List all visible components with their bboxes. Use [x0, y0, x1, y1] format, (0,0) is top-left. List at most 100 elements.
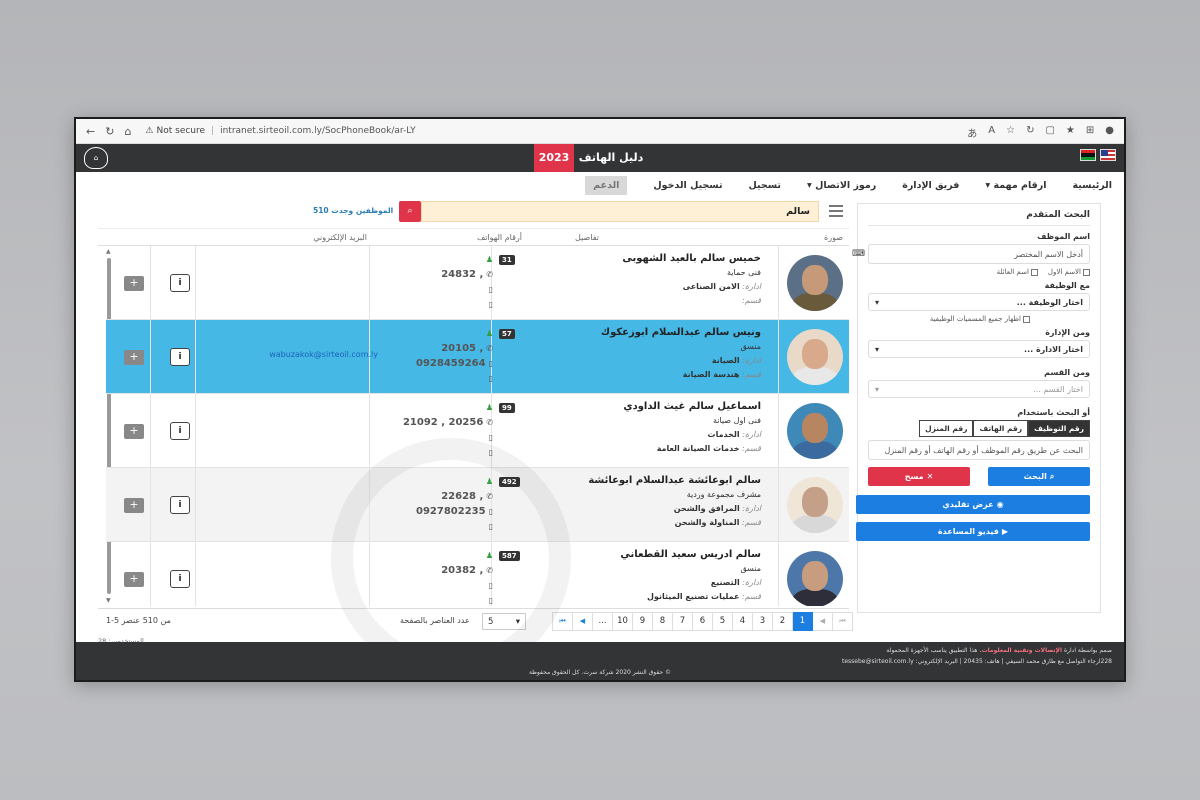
next-page-icon[interactable]: ◀ [572, 612, 593, 631]
menu-item-dial-codes[interactable]: رموز الاتصال ▾ [807, 180, 876, 191]
split-screen-icon[interactable]: ▢ [1045, 125, 1054, 140]
employee-photo[interactable] [787, 255, 843, 311]
browser-nav: ← ↻ ⌂ [86, 125, 131, 138]
dept-select[interactable]: اختار الادارة ... ▾ [868, 340, 1090, 358]
quick-search-input[interactable]: سالم [421, 201, 819, 222]
employee-photo[interactable] [787, 551, 843, 606]
table-row[interactable]: ونيس سالم عبدالسلام ابوزعكوك منسق ادارة: ا… [106, 320, 849, 394]
menu-item-login[interactable]: تسجيل الدخول [653, 180, 722, 191]
collections-icon[interactable]: ⊞ [1086, 125, 1094, 140]
last-page-icon[interactable]: ⏮ [552, 612, 573, 631]
office-phone[interactable]: 22628 , [441, 491, 483, 502]
home-icon[interactable]: ⌂ [124, 125, 131, 138]
table-row[interactable]: سالم ابوعائشة عبدالسلام ابوعائشة مشرف مجم… [106, 468, 849, 542]
info-button[interactable]: i [170, 348, 190, 366]
search-button[interactable]: ⌕ البحث [988, 467, 1090, 486]
favorite-star-icon[interactable]: ☆ [1006, 125, 1015, 140]
url-security-label[interactable]: Not secure [157, 126, 206, 136]
office-phone-line: 20105 , ✆ [381, 341, 493, 356]
expand-button[interactable]: + [124, 572, 144, 587]
prev-page-icon[interactable]: ◀ [812, 612, 833, 631]
search-by-input[interactable]: البحث عن طريق رقم الموظف أو رقم الهاتف أ… [868, 440, 1090, 460]
show-all-titles-checkbox[interactable]: اظهار جميع المسميات الوظيفية [930, 315, 1030, 323]
employee-photo[interactable] [787, 329, 843, 385]
page-button[interactable]: 3 [752, 612, 773, 631]
warning-icon[interactable]: ⚠ [145, 126, 153, 136]
first-page-icon[interactable]: ⏮ [832, 612, 853, 631]
tab-phone-number[interactable]: رقم الهاتف [973, 420, 1029, 437]
us-flag-icon[interactable] [1100, 149, 1116, 161]
employee-name[interactable]: ونيس سالم عبدالسلام ابوزعكوك [511, 326, 761, 340]
info-button[interactable]: i [170, 570, 190, 588]
menu-item-home[interactable]: الرئيسية [1073, 180, 1112, 191]
expand-button[interactable]: + [124, 276, 144, 291]
table-row[interactable]: سالم ادريس سعيد القطعاني منسق ادارة: التصن… [106, 542, 849, 606]
classic-view-button[interactable]: ◉ عرض تقليدي [856, 495, 1090, 514]
employee-name[interactable]: خميس سالم بالعيد الشهوبى [511, 252, 761, 266]
menu-toggle-icon[interactable] [829, 205, 843, 217]
address-bar[interactable]: intranet.sirteoil.com.ly/SocPhoneBook/ar… [220, 126, 416, 136]
mobile-phone[interactable]: 0928459264 [416, 358, 486, 369]
info-button[interactable]: i [170, 422, 190, 440]
page-button[interactable]: 7 [672, 612, 693, 631]
page-button[interactable]: 8 [652, 612, 673, 631]
page-button[interactable]: 6 [692, 612, 713, 631]
table-row[interactable]: خميس سالم بالعيد الشهوبى فنى حماية ادارة: … [106, 246, 849, 320]
info-button[interactable]: i [170, 496, 190, 514]
translate-icon[interactable]: あ [967, 125, 977, 140]
table-row[interactable]: اسماعيل سالم غيث الداودي فنى اول صيانة ادا… [106, 394, 849, 468]
menu-item-support[interactable]: الدعم [585, 175, 628, 195]
libya-flag-icon[interactable] [1080, 149, 1096, 161]
office-phone[interactable]: 20105 , [441, 343, 483, 354]
menu-item-register[interactable]: تسجيل [749, 180, 781, 191]
employee-name-input[interactable]: أدخل الاسم المختصر ⌨ [852, 244, 1090, 264]
refresh-icon[interactable]: ↻ [1026, 125, 1034, 140]
employee-name[interactable]: سالم ابوعائشة عبدالسلام ابوعائشة [511, 474, 761, 488]
page-button[interactable]: ... [592, 612, 613, 631]
page-button[interactable]: 1 [792, 612, 813, 631]
section-prefix: قسم: [742, 592, 761, 601]
mobile-phone[interactable]: 0927802235 [416, 506, 486, 517]
office-phone[interactable]: 24832 , [441, 269, 483, 280]
expand-button[interactable]: + [124, 424, 144, 439]
info-button[interactable]: i [170, 274, 190, 292]
menu-item-important-numbers[interactable]: ارقام مهمة ▾ [985, 180, 1046, 191]
office-phone[interactable]: 20382 , [441, 565, 483, 576]
employee-name[interactable]: سالم ادريس سعيد القطعاني [511, 548, 761, 562]
tab-employee-number[interactable]: رقم التوظيف [1028, 420, 1090, 437]
family-name-checkbox[interactable]: اسم العائلة [997, 268, 1038, 276]
help-video-button[interactable]: ▶ فيديو المساعدة [856, 522, 1090, 541]
page-button[interactable]: 4 [732, 612, 753, 631]
first-name-checkbox[interactable]: الاسم الاول [1048, 268, 1090, 276]
office-phone[interactable]: 21092 , 20256 [403, 417, 483, 428]
expand-button[interactable]: + [124, 498, 144, 513]
reload-icon[interactable]: ↻ [105, 125, 114, 138]
page-button[interactable]: 9 [632, 612, 653, 631]
employee-name[interactable]: اسماعيل سالم غيث الداودي [511, 400, 761, 414]
section-select[interactable]: اختار القسم ... ▾ [868, 380, 1090, 398]
extension-icon[interactable]: ● [1105, 125, 1114, 140]
results-list[interactable]: ▲ ▼ خميس سالم بالعيد الشهوبى فنى حماية ادا… [106, 246, 849, 606]
clear-button[interactable]: ✕ مسح [868, 467, 970, 486]
job-select[interactable]: اختار الوظيفة ... ▾ [868, 293, 1090, 311]
favorites-icon[interactable]: ★ [1066, 125, 1075, 140]
checkbox-icon[interactable] [1030, 268, 1038, 276]
page-button[interactable]: 2 [772, 612, 793, 631]
read-aloud-icon[interactable]: A [988, 125, 995, 140]
tab-home-number[interactable]: رقم المنزل [919, 420, 974, 437]
page-button[interactable]: 10 [612, 612, 633, 631]
page-button[interactable]: 5 [712, 612, 733, 631]
employee-photo[interactable] [787, 477, 843, 533]
employee-photo[interactable] [787, 403, 843, 459]
company-logo-icon[interactable]: ⌂ [84, 147, 108, 169]
keyboard-icon[interactable]: ⌨ [852, 249, 865, 259]
checkbox-icon[interactable] [1023, 315, 1030, 323]
checkbox-icon[interactable] [1083, 268, 1090, 276]
employee-email[interactable]: wabuzakok@sirteoil.com.ly [208, 350, 378, 359]
expand-button[interactable]: + [124, 350, 144, 365]
quick-search-button[interactable]: ⌕ [399, 201, 421, 222]
back-icon[interactable]: ← [86, 125, 95, 138]
page-size-select[interactable]: 5 ▾ [482, 613, 526, 630]
menu-item-management-team[interactable]: فريق الإدارة [902, 180, 959, 191]
advanced-search-panel: البحث المتقدم اسم الموظف أدخل الاسم المخ… [852, 203, 1101, 613]
